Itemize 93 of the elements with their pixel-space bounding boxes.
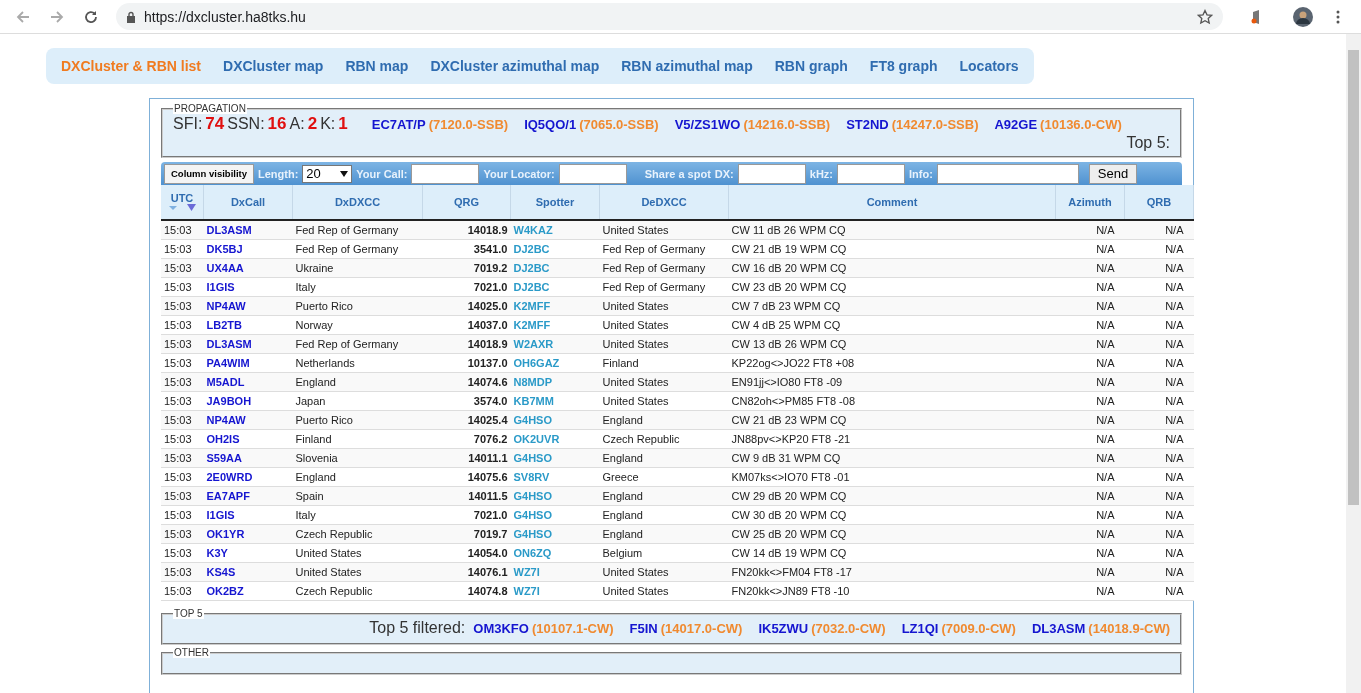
table-cell: 15:03	[161, 296, 204, 316]
spot-frequency: (10107.1-CW)	[531, 621, 614, 636]
top-label: Top 5:	[1126, 134, 1170, 151]
table-cell: 15:03	[161, 505, 204, 525]
column-label: UTC	[170, 192, 194, 204]
spot-call[interactable]: A92GE	[994, 117, 1038, 132]
spot-call[interactable]: F5IN	[629, 621, 658, 636]
spot-call[interactable]: IK5ZWU	[758, 621, 809, 636]
column-header[interactable]: QRB	[1124, 185, 1194, 220]
panel-legend: PROPAGATION	[173, 103, 247, 114]
field-label: DX:	[714, 167, 734, 180]
nav-link[interactable]: RBN graph	[763, 58, 859, 74]
table-cell: 15:03	[161, 334, 204, 354]
spot-frequency: (14216.0-SSB)	[743, 117, 831, 132]
column-header[interactable]: DxCall	[203, 185, 293, 220]
spot-call[interactable]: V5/ZS1WO	[674, 117, 741, 132]
spot-frequency: (7032.0-CW)	[811, 621, 886, 636]
table-cell: 15:03	[161, 429, 204, 449]
nav-link[interactable]: RBN azimuthal map	[610, 58, 764, 74]
field-label: Info:	[909, 167, 933, 180]
length-select[interactable]: 20	[302, 164, 353, 183]
table-cell: 15:03	[161, 220, 204, 240]
spot-call[interactable]: DL3ASM	[1031, 621, 1086, 636]
panel-legend: TOP 5	[173, 608, 204, 619]
send-button[interactable]: Send	[1088, 163, 1138, 184]
input-field[interactable]	[558, 163, 627, 184]
field-label: kHz:	[809, 167, 833, 180]
length-label: Length:	[258, 167, 299, 180]
index-label: K:	[320, 115, 336, 133]
column-header[interactable]: DeDXCC	[599, 185, 729, 220]
index-label: SSN:	[227, 115, 265, 133]
table-cell: 15:03	[161, 277, 204, 297]
spot-frequency: (14247.0-SSB)	[891, 117, 979, 132]
column-header[interactable]: Comment	[728, 185, 1056, 220]
address-bar[interactable]: https://dxcluster.ha8tks.hu	[116, 3, 1223, 30]
lock-icon	[126, 10, 136, 23]
table-cell: 15:03	[161, 581, 204, 601]
spot-call[interactable]: EC7AT/P	[371, 117, 426, 132]
spot-frequency: (7120.0-SSB)	[428, 117, 509, 132]
input-field[interactable]	[737, 163, 806, 184]
sort-icon[interactable]	[167, 204, 197, 212]
column-visibility-button[interactable]: Column visibility	[164, 163, 254, 184]
index-value: 16	[267, 114, 287, 134]
table-cell: 15:03	[161, 372, 204, 392]
index-value: 74	[205, 114, 225, 134]
field-label: Your Locator:	[483, 167, 555, 180]
spot-call[interactable]: ST2ND	[846, 117, 889, 132]
scrollbar[interactable]	[1346, 34, 1361, 693]
scrollbar-thumb[interactable]	[1348, 50, 1359, 505]
index-label: SFI:	[173, 115, 203, 133]
star-icon[interactable]	[1197, 8, 1213, 25]
nav-link[interactable]: DXCluster map	[212, 58, 335, 74]
table-cell: 15:03	[161, 315, 204, 335]
input-field[interactable]	[936, 163, 1079, 184]
index-label: A:	[289, 115, 305, 133]
spot-frequency: (14018.9-CW)	[1088, 621, 1170, 636]
input-field[interactable]	[837, 163, 905, 184]
column-header[interactable]: QRG	[422, 185, 511, 220]
table-cell: 15:03	[161, 391, 204, 411]
index-value: 2	[307, 114, 318, 134]
table-cell: 15:03	[161, 353, 204, 373]
input-field[interactable]	[411, 163, 480, 184]
spot-call[interactable]: LZ1QI	[901, 621, 939, 636]
spot-call[interactable]: IQ5QO/1	[524, 117, 577, 132]
nav-link[interactable]: DXCluster azimuthal map	[419, 58, 611, 74]
table-cell: 15:03	[161, 486, 204, 506]
spot-frequency: (7009.0-CW)	[941, 621, 1016, 636]
nav-link[interactable]: RBN map	[334, 58, 420, 74]
table-cell: 15:03	[161, 524, 204, 544]
spot-call[interactable]: OM3KFO	[473, 621, 529, 636]
column-header[interactable]: DxDXCC	[292, 185, 423, 220]
column-header[interactable]: Spotter	[510, 185, 600, 220]
panel-legend: OTHER	[173, 647, 210, 658]
avatar-icon[interactable]	[1293, 6, 1313, 27]
field-label: Your Call:	[356, 167, 408, 180]
table-cell: 15:03	[161, 467, 204, 487]
index-value: 1	[338, 114, 348, 134]
table-cell: 15:03	[161, 239, 204, 259]
spot-frequency: (14017.0-CW)	[660, 621, 743, 636]
table-cell: 15:03	[161, 448, 204, 468]
top5-label: Top 5 filtered:	[369, 619, 466, 637]
spot-frequency: (10136.0-CW)	[1040, 117, 1122, 132]
table-cell: 15:03	[161, 258, 204, 278]
share-label: Share a spot	[644, 167, 711, 180]
column-header[interactable]: Azimuth	[1055, 185, 1125, 220]
table-cell: 15:03	[161, 543, 204, 563]
nav-link[interactable]: Locators	[948, 58, 1030, 74]
spot-frequency: (7065.0-SSB)	[579, 117, 659, 132]
caret-icon	[340, 170, 349, 177]
column-header[interactable]: UTC	[161, 185, 204, 220]
nav-link[interactable]: FT8 graph	[858, 58, 949, 74]
table-cell: 15:03	[161, 410, 204, 430]
table-cell: 15:03	[161, 562, 204, 582]
